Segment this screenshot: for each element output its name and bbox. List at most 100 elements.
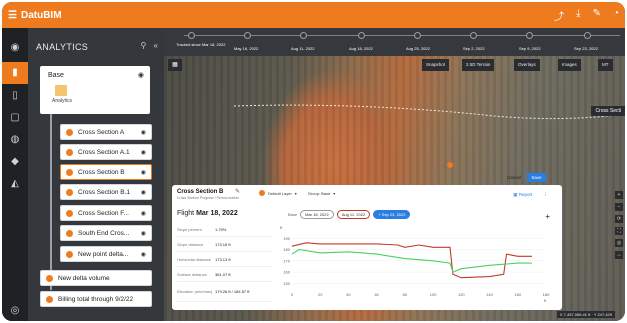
x-tick-label: 60: [374, 292, 379, 297]
cross-section-panel: Cancel Save Cross Section B Cross Sectio…: [172, 173, 562, 310]
map-tools: + − ⟳ ⛶ ◎ ↔: [615, 191, 623, 259]
layer-name: Default Layer: [268, 190, 292, 196]
snapshot-button[interactable]: Snapshot: [422, 59, 450, 71]
measure-icon[interactable]: ↔: [615, 251, 623, 259]
eye-icon[interactable]: ◉: [141, 251, 146, 258]
timeline-date[interactable]: Sep 2, 2022: [463, 46, 485, 51]
filter-icon[interactable]: ⚲: [140, 41, 146, 50]
y-tick-label: 180: [283, 247, 290, 252]
globe-icon[interactable]: ◉: [7, 40, 23, 56]
coordinate-readout: X 7,457,086.41 ft · Y 247,429: [556, 311, 615, 318]
timeline-date[interactable]: Sep 9, 2022: [519, 46, 541, 51]
stat-row: Surface distance 361.07 ft: [177, 267, 272, 282]
status-dot: [66, 209, 73, 217]
y-tick-label: 190: [283, 236, 290, 241]
list-item[interactable]: Cross Section F... ◉: [60, 205, 152, 221]
layers-toggle[interactable]: ▦: [168, 59, 182, 71]
notification-icon[interactable]: ◔: [613, 8, 619, 23]
timeline-date[interactable]: Aug 18, 2022: [349, 46, 373, 51]
eye-icon[interactable]: ◉: [141, 169, 146, 176]
panel-title: Cross Section B: [177, 189, 224, 195]
timeline-date[interactable]: Aug 11, 2022: [291, 46, 315, 51]
images-button[interactable]: Images: [558, 59, 581, 71]
cancel-button[interactable]: Cancel: [507, 175, 521, 180]
base-card[interactable]: Base ◉ Analytics: [40, 66, 150, 114]
location-icon[interactable]: ◍: [7, 132, 23, 148]
timeline-tick[interactable]: [414, 32, 421, 39]
zoom-out-icon[interactable]: −: [615, 203, 623, 211]
timeline-date[interactable]: Aug 25, 2022: [406, 46, 430, 51]
overlays-button[interactable]: Overlays: [514, 59, 540, 71]
eye-icon[interactable]: ◉: [141, 210, 146, 217]
timeline-tick[interactable]: [244, 32, 251, 39]
timeline-tick[interactable]: [584, 32, 591, 39]
status-dot: [66, 229, 73, 237]
y-tick-label: 160: [283, 270, 290, 275]
list-item[interactable]: Billing total through 9/2/22: [40, 291, 152, 307]
edit-icon[interactable]: ✎: [593, 8, 601, 23]
list-item[interactable]: South End Cros... ◉: [60, 225, 152, 241]
top-bar: ☰ DatuBIM ⤴ ⤓ ✎ ◔: [2, 2, 625, 28]
fullscreen-icon[interactable]: ⛶: [615, 227, 623, 235]
analytics-icon: [55, 85, 67, 96]
download-icon[interactable]: ⤓: [576, 8, 580, 23]
x-axis-label: ft: [544, 298, 547, 303]
compare-date-chip[interactable]: Aug 11, 2022: [336, 210, 371, 219]
locate-icon[interactable]: ◎: [615, 239, 623, 247]
tree-connector: [50, 114, 52, 290]
report-button[interactable]: ▦ Report ⋮: [513, 192, 548, 198]
timeline-tick[interactable]: [526, 32, 533, 39]
panel-subtitle: Cross Section Progress / Perma-marker: [177, 196, 240, 200]
timeline-tick[interactable]: [470, 32, 477, 39]
timeline-date[interactable]: May 16, 2022: [234, 46, 258, 51]
timeline-tick[interactable]: [358, 32, 365, 39]
eye-icon[interactable]: ◉: [141, 230, 146, 237]
rotate-icon[interactable]: ⟳: [615, 215, 623, 223]
list-item[interactable]: New delta volume: [40, 270, 152, 286]
x-tick-label: 20: [318, 292, 323, 297]
left-rail: ◉ ▮ ▯ ▢ ◍ ◆ ◭ ◎: [2, 28, 28, 321]
timeline-tick[interactable]: [300, 32, 307, 39]
help-icon[interactable]: ◎: [7, 303, 23, 319]
measure-icon[interactable]: ◭: [7, 176, 23, 192]
timeline-first-label: Tracked since Mar 18, 2022: [176, 42, 226, 47]
timeline-tick[interactable]: [188, 32, 195, 39]
share-icon[interactable]: ⤴: [554, 8, 564, 23]
book-icon[interactable]: ▯: [7, 88, 23, 104]
add-date-button[interactable]: + Sep 23, 2022: [373, 210, 411, 219]
list-item[interactable]: Cross Section A ◉: [60, 124, 152, 140]
timeline-date[interactable]: Sep 23, 2022: [574, 46, 598, 51]
edit-icon[interactable]: ✎: [235, 188, 240, 195]
y-tick-label: 170: [283, 258, 290, 263]
list-item[interactable]: New point delta... ◉: [60, 246, 152, 262]
menu-icon[interactable]: ☰: [8, 10, 17, 21]
status-dot: [66, 128, 73, 136]
eye-icon[interactable]: ◉: [141, 129, 146, 136]
save-button[interactable]: Save: [527, 173, 546, 182]
layers-icon[interactable]: ◆: [7, 154, 23, 170]
document-icon[interactable]: ▢: [7, 110, 23, 126]
group-name: Group: Base: [307, 190, 331, 196]
mt-button[interactable]: MT: [598, 59, 613, 71]
collapse-icon[interactable]: «: [154, 41, 158, 50]
terrain-button[interactable]: 2.5D Terrain: [462, 59, 495, 71]
app-logo[interactable]: ☰ DatuBIM: [8, 10, 62, 21]
layer-color-dot: [259, 190, 265, 196]
eye-icon[interactable]: ◉: [141, 189, 146, 196]
location-marker[interactable]: [447, 162, 453, 168]
eye-icon[interactable]: ◉: [138, 71, 144, 79]
stat-row: Slope distance 173.16 ft: [177, 237, 272, 252]
eye-icon[interactable]: ◉: [141, 149, 146, 156]
analytics-icon[interactable]: ▮: [2, 62, 28, 84]
more-icon[interactable]: ⋮: [544, 192, 549, 197]
add-icon[interactable]: +: [545, 212, 550, 221]
status-dot: [66, 168, 73, 176]
base-date-chip[interactable]: Mar 18, 2022: [300, 210, 334, 219]
zoom-in-icon[interactable]: +: [615, 191, 623, 199]
list-item-selected[interactable]: Cross Section B ◉: [60, 164, 152, 180]
stat-row: Slope percent 1.79%: [177, 222, 272, 237]
app-title: DatuBIM: [20, 9, 62, 21]
list-item[interactable]: Cross Section A.1 ◉: [60, 144, 152, 160]
layer-selector[interactable]: Default Layer ▾ Group: Base ▾: [259, 190, 335, 196]
list-item[interactable]: Cross Section B.1 ◉: [60, 184, 152, 200]
